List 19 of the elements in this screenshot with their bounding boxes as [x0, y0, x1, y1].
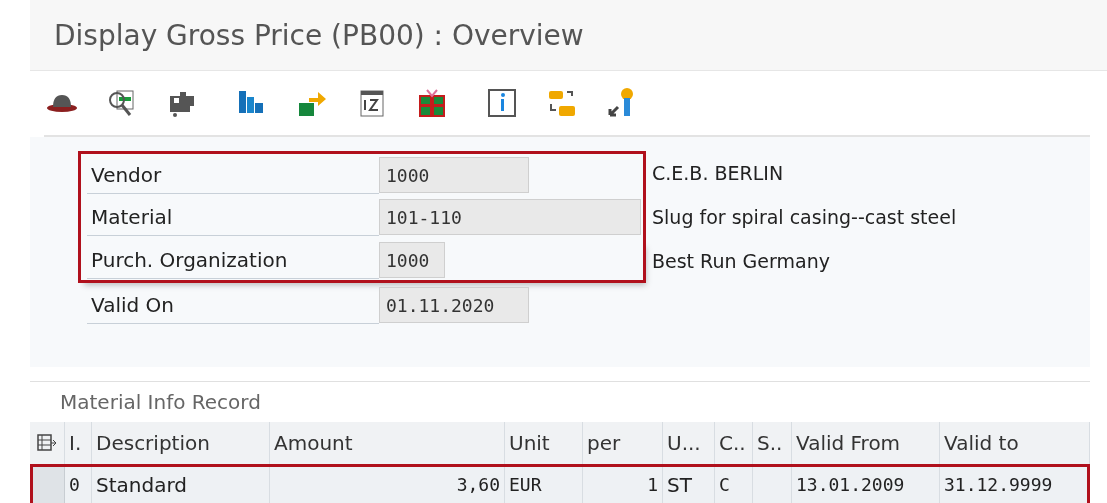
row-selector[interactable] [30, 464, 65, 503]
table-cell: 0 [65, 464, 92, 503]
table-cell: 13.01.2009 [792, 464, 940, 503]
table-cell: C [715, 464, 753, 503]
input-field[interactable]: 1000 [379, 156, 529, 193]
section-title: Material Info Record [60, 390, 261, 414]
table-cell: Standard [92, 464, 270, 503]
table-cell: EUR [505, 464, 583, 503]
input-field[interactable]: 1000 [379, 241, 445, 278]
field-description: Best Run Germany [652, 249, 830, 274]
table-cell: 31.12.9999 [940, 464, 1090, 503]
window-title: Display Gross Price (PB00) : Overview [54, 18, 584, 52]
input-field[interactable]: 101-110 [379, 199, 641, 235]
table-cell: 1 [583, 464, 663, 503]
table-cell: ST [663, 464, 715, 503]
field-description: Slug for spiral casing--cast steel [652, 205, 957, 230]
input-field[interactable]: 01.11.2020 [379, 287, 529, 323]
field-description: C.E.B. BERLIN [652, 161, 784, 186]
table-cell: 3,60 [270, 464, 505, 503]
